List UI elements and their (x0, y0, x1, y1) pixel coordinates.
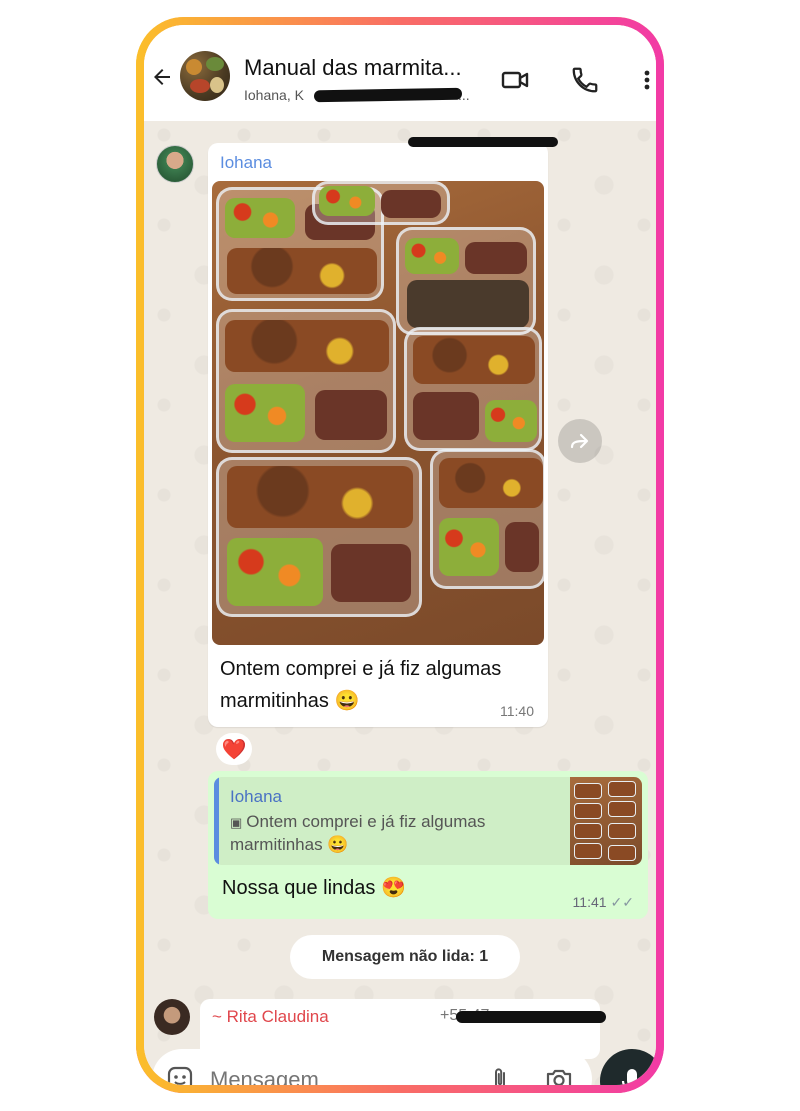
message-time: 11:41 ✓✓ (573, 894, 634, 911)
incoming-message-bubble[interactable]: Iohana Ontem comprei e já fiz algumas ma… (208, 143, 548, 727)
redaction-bar (313, 87, 463, 103)
photo-detail (312, 181, 450, 225)
sender-avatar[interactable] (156, 145, 194, 183)
redaction-bar (456, 1011, 606, 1023)
message-sender-name[interactable]: Iohana (220, 153, 272, 173)
message-text: Ontem comprei e já fiz algumas marmitinh… (220, 658, 502, 712)
phone-icon[interactable] (570, 65, 600, 95)
emoji-icon[interactable] (166, 1065, 194, 1085)
redaction-bar (408, 137, 558, 147)
message-sender-name[interactable]: ~ Rita Claudina (212, 1007, 329, 1027)
composer-bar (152, 1049, 592, 1085)
chat-subtitle-members: Iohana, K (244, 87, 304, 103)
chat-screen: Manual das marmita... Iohana, K... Iohan… (144, 25, 656, 1085)
message-time-value: 11:41 (572, 894, 607, 910)
unread-messages-chip: Mensagem não lida: 1 (290, 935, 520, 979)
camera-icon[interactable] (544, 1065, 574, 1085)
read-receipt-icon: ✓✓ (610, 894, 634, 910)
message-photo[interactable] (212, 181, 544, 645)
message-time: 11:40 (500, 703, 534, 719)
quoted-photo-thumbnail (570, 777, 642, 865)
attach-icon[interactable] (486, 1065, 514, 1085)
sender-avatar[interactable] (154, 999, 190, 1035)
more-vert-icon[interactable] (632, 65, 656, 95)
microphone-icon (621, 1069, 643, 1085)
quoted-text: ▣ Ontem comprei e já fiz algumas marmitin… (230, 811, 550, 856)
outgoing-message-bubble[interactable]: Iohana ▣ Ontem comprei e já fiz algumas m… (208, 771, 648, 919)
photo-detail (430, 449, 544, 589)
photo-detail (404, 327, 542, 451)
photo-detail (216, 457, 422, 617)
photo-detail (216, 309, 396, 453)
message-text: Nossa que lindas 😍 (222, 877, 406, 899)
back-arrow-icon[interactable] (150, 65, 174, 89)
group-avatar[interactable] (180, 51, 230, 101)
chat-header: Manual das marmita... Iohana, K... (144, 25, 656, 121)
heart-reaction[interactable]: ❤️ (216, 733, 252, 765)
video-call-icon[interactable] (500, 65, 530, 95)
quoted-message[interactable]: Iohana ▣ Ontem comprei e já fiz algumas m… (214, 777, 642, 865)
forward-icon[interactable] (558, 419, 602, 463)
image-icon: ▣ (230, 815, 243, 830)
phone-frame: Manual das marmita... Iohana, K... Iohan… (136, 17, 664, 1093)
quoted-sender: Iohana (230, 787, 282, 806)
photo-detail (396, 227, 536, 335)
quoted-text-content: Ontem comprei e já fiz algumas marmitinh… (230, 812, 486, 854)
chat-title[interactable]: Manual das marmita... (244, 55, 484, 81)
message-input[interactable] (208, 1061, 472, 1085)
